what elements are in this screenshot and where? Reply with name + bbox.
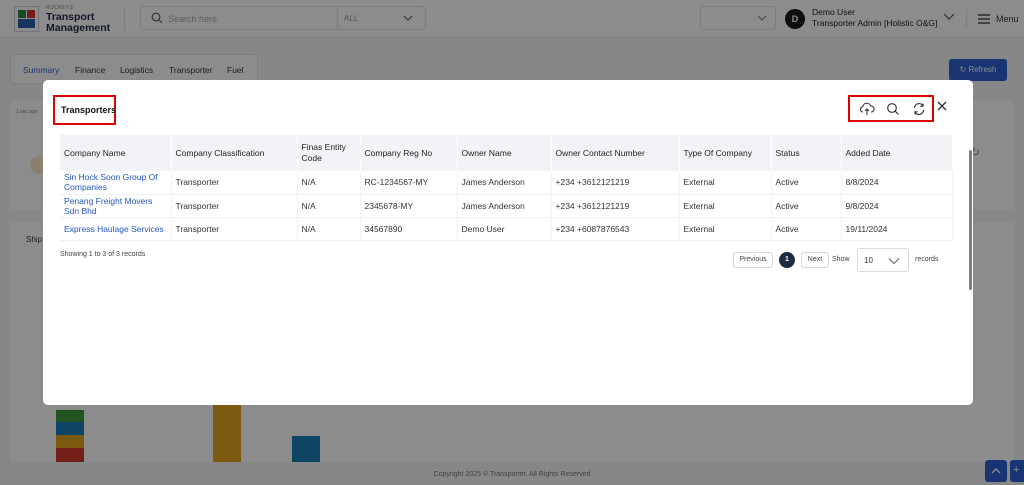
table-cell: External <box>679 171 772 194</box>
table-cell: 9/8/2024 <box>841 194 953 217</box>
table-cell: +234 +3612121219 <box>551 171 680 194</box>
column-header[interactable]: Company Name <box>60 135 172 171</box>
modal-toolbar <box>848 95 934 122</box>
show-label: Show <box>832 256 850 263</box>
column-header[interactable]: Owner Name <box>457 135 552 171</box>
table-cell: Transporter <box>171 171 298 194</box>
column-header[interactable]: Finas Entity Code <box>297 135 361 171</box>
table-cell: 8/8/2024 <box>841 171 953 194</box>
table-cell: N/A <box>297 217 361 240</box>
table-cell: External <box>679 217 772 240</box>
table-cell: Active <box>771 171 842 194</box>
table-cell: James Anderson <box>457 194 552 217</box>
page-1-button[interactable]: 1 <box>779 252 795 268</box>
table-cell: Active <box>771 194 842 217</box>
column-header[interactable]: Owner Contact Number <box>551 135 680 171</box>
page-size-select[interactable]: 10 <box>857 248 909 272</box>
table-cell: N/A <box>297 194 361 217</box>
table-cell: N/A <box>297 171 361 194</box>
export-button[interactable] <box>858 101 876 117</box>
table-cell: 2345678-MY <box>360 194 458 217</box>
chevron-down-icon <box>888 258 900 265</box>
company-name-link[interactable]: Sin Hock Soon Group Of Companies <box>60 171 172 194</box>
company-name-link[interactable]: Penang Freight Movers Sdn Bhd <box>60 194 172 217</box>
records-label: records <box>915 256 939 263</box>
table-header-row: Company Name Company Classification Fina… <box>60 135 953 171</box>
close-button[interactable] <box>935 99 951 115</box>
modal-title-highlight: Transporters <box>53 95 116 125</box>
table-cell: Transporter <box>171 217 298 240</box>
table-cell: +234 +6087876543 <box>551 217 680 240</box>
modal-title: Transporters <box>61 105 117 115</box>
column-header[interactable]: Company Classification <box>171 135 298 171</box>
search-icon <box>887 103 899 115</box>
table-cell: External <box>679 194 772 217</box>
table-cell: +234 +3612121219 <box>551 194 680 217</box>
table-cell: 19/11/2024 <box>841 217 953 240</box>
company-name-link[interactable]: Express Haulage Services <box>60 217 172 240</box>
next-button[interactable]: Next <box>801 252 829 268</box>
transporters-table: Company Name Company Classification Fina… <box>60 135 953 241</box>
records-summary: Showing 1 to 3 of 3 records <box>60 251 146 258</box>
column-header[interactable]: Status <box>771 135 842 171</box>
page-size-value: 10 <box>864 256 873 265</box>
table-cell: RC-1234567-MY <box>360 171 458 194</box>
column-header[interactable]: Type Of Company <box>679 135 772 171</box>
modal-scrollbar[interactable] <box>969 150 972 290</box>
table-cell: 34567890 <box>360 217 458 240</box>
refresh-icon <box>913 102 925 116</box>
table-cell: Active <box>771 217 842 240</box>
table-refresh-button[interactable] <box>910 101 928 117</box>
column-header[interactable]: Added Date <box>841 135 953 171</box>
table-row[interactable]: Express Haulage Services Transporter N/A… <box>60 217 953 240</box>
close-icon <box>937 101 947 111</box>
table-row[interactable]: Penang Freight Movers Sdn Bhd Transporte… <box>60 194 953 217</box>
transporters-modal: Transporters Company Name Company Classi… <box>43 80 973 405</box>
table-cell: Demo User <box>457 217 552 240</box>
table-cell: Transporter <box>171 194 298 217</box>
previous-button[interactable]: Previous <box>733 252 773 268</box>
table-row[interactable]: Sin Hock Soon Group Of Companies Transpo… <box>60 171 953 194</box>
table-search-button[interactable] <box>884 101 902 117</box>
cloud-upload-icon <box>860 102 875 115</box>
column-header[interactable]: Company Reg No <box>360 135 458 171</box>
table-cell: James Anderson <box>457 171 552 194</box>
